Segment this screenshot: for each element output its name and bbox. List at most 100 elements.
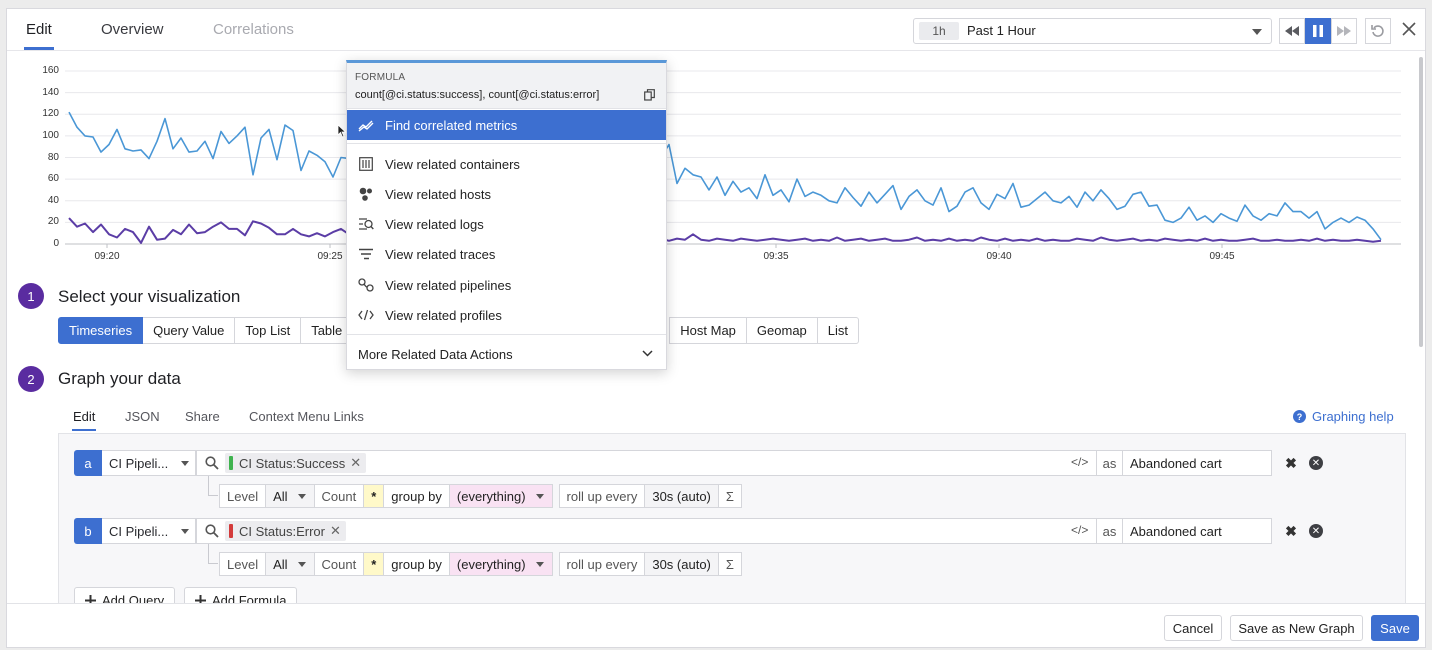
time-range-picker[interactable]: 1h Past 1 Hour [913, 18, 1272, 44]
forward-icon [1337, 26, 1351, 36]
help-icon: ? [1293, 410, 1306, 423]
measure-wildcard[interactable]: * [364, 552, 385, 576]
code-icon[interactable]: </> [1071, 455, 1088, 469]
alias-label: as [1097, 519, 1123, 543]
chart-plot-area [65, 70, 1401, 248]
sigma-function-button[interactable]: Σ [718, 484, 742, 508]
mouse-cursor-icon [337, 124, 347, 138]
series-line-1[interactable] [68, 111, 1382, 241]
query-search-input-b[interactable]: CI Status:Error ✕ ✕ [196, 518, 1126, 544]
menu-item-label: View related logs [385, 216, 484, 232]
viz-option-timeseries[interactable]: Timeseries [58, 317, 144, 344]
tab-edit[interactable]: Edit [24, 21, 54, 50]
step-number-1: 1 [18, 283, 44, 309]
filter-chip[interactable]: CI Status:Success ✕ [225, 453, 367, 473]
viz-option-list[interactable]: List [817, 317, 860, 344]
reset-button[interactable] [1365, 18, 1391, 44]
status-color-swatch [229, 456, 233, 470]
sigma-function-button[interactable]: Σ [718, 552, 742, 576]
remove-filter-icon[interactable]: ✕ [350, 455, 361, 471]
chevron-down-icon [535, 562, 544, 567]
timeseries-chart[interactable]: 020406080100120140160 09:2009:2509:3009:… [29, 61, 1409, 271]
save-as-new-graph-button[interactable]: Save as New Graph [1230, 615, 1363, 641]
menu-item-view-related-hosts[interactable]: View related hosts [347, 179, 666, 209]
close-icon [1402, 22, 1416, 36]
level-label: Level [219, 484, 267, 508]
menu-item-find-correlated-metrics[interactable]: Find correlated metrics [347, 110, 666, 140]
subtab-json[interactable]: JSON [125, 409, 160, 424]
group-by-value: (everything) [456, 556, 526, 572]
pause-icon [1313, 25, 1323, 37]
query-source-label: CI Pipeli... [109, 523, 169, 539]
more-related-data-actions[interactable]: More Related Data Actions [347, 339, 666, 369]
forward-button[interactable] [1331, 18, 1357, 44]
formula-header: FORMULA count[@ci.status:success], count… [347, 63, 666, 109]
remove-filter-icon[interactable]: ✕ [330, 523, 341, 539]
measure-select[interactable]: Count [314, 552, 365, 576]
menu-divider [347, 143, 666, 144]
traces-icon [358, 246, 374, 262]
reset-icon [1371, 25, 1384, 37]
remove-alias-icon[interactable]: ✖ [1281, 521, 1301, 541]
editor-header: Edit Overview Correlations 1h Past 1 Hou… [7, 9, 1425, 51]
rollup-select[interactable]: 30s (auto) [645, 552, 719, 576]
query-row-b: b CI Pipeli... [74, 518, 196, 544]
chevron-down-icon [1252, 29, 1262, 35]
close-button[interactable] [1397, 17, 1421, 41]
delete-query-icon[interactable]: ✕ [1309, 524, 1323, 538]
alias-field-a[interactable]: as Abandoned cart [1096, 450, 1272, 476]
rollup-select[interactable]: 30s (auto) [645, 484, 719, 508]
group-by-select[interactable]: (everything) [449, 484, 553, 508]
measure-wildcard[interactable]: * [364, 484, 385, 508]
menu-item-view-related-containers[interactable]: View related containers [347, 149, 666, 179]
measure-select[interactable]: Count [314, 484, 365, 508]
menu-item-label: View related containers [385, 156, 520, 172]
query-search-input-a[interactable]: CI Status:Success ✕ ✕ [196, 450, 1126, 476]
query-source-label: CI Pipeli... [109, 455, 169, 471]
filter-chip[interactable]: CI Status:Error ✕ [225, 521, 346, 541]
subtab-context-menu-links[interactable]: Context Menu Links [249, 409, 364, 424]
editor-footer: Cancel Save as New Graph Save [7, 603, 1425, 647]
save-button[interactable]: Save [1371, 615, 1419, 641]
menu-item-label: View related traces [385, 246, 496, 262]
menu-item-view-related-profiles[interactable]: View related profiles [347, 300, 666, 330]
svg-text:?: ? [1297, 412, 1303, 422]
tab-overview[interactable]: Overview [101, 21, 164, 38]
viz-option-host-map[interactable]: Host Map [669, 317, 747, 344]
subtab-edit[interactable]: Edit [71, 409, 97, 431]
alias-field-b[interactable]: as Abandoned cart [1096, 518, 1272, 544]
menu-divider [347, 334, 666, 335]
formula-text: count[@ci.status:success], count[@ci.sta… [355, 89, 600, 101]
containers-icon [358, 156, 374, 172]
x-tick-label: 09:20 [94, 251, 120, 262]
query-letter-a[interactable]: a [74, 450, 102, 476]
query-source-select[interactable]: CI Pipeli... [102, 450, 196, 476]
subtab-share[interactable]: Share [185, 409, 220, 424]
query-letter-b[interactable]: b [74, 518, 102, 544]
copy-icon[interactable] [644, 89, 655, 104]
viz-option-query-value[interactable]: Query Value [143, 317, 236, 344]
query-source-select[interactable]: CI Pipeli... [102, 518, 196, 544]
graphing-help-link[interactable]: ? Graphing help [1293, 409, 1394, 424]
viz-option-top-list[interactable]: Top List [235, 317, 302, 344]
level-select[interactable]: All [266, 484, 315, 508]
tab-correlations[interactable]: Correlations [213, 21, 294, 38]
scrollbar[interactable] [1419, 57, 1423, 347]
menu-item-view-related-traces[interactable]: View related traces [347, 239, 666, 269]
group-by-select[interactable]: (everything) [449, 552, 553, 576]
delete-query-icon[interactable]: ✕ [1309, 456, 1323, 470]
menu-item-view-related-logs[interactable]: View related logs [347, 209, 666, 239]
series-line-2[interactable] [68, 217, 1382, 244]
pause-button[interactable] [1305, 18, 1331, 44]
cancel-button[interactable]: Cancel [1164, 615, 1222, 641]
chevron-down-icon [181, 529, 189, 534]
level-select[interactable]: All [266, 552, 315, 576]
viz-option-geomap[interactable]: Geomap [746, 317, 818, 344]
correlated-metrics-icon [358, 117, 374, 133]
alias-value: Abandoned cart [1130, 523, 1222, 539]
connector-line [208, 476, 218, 496]
rewind-button[interactable] [1279, 18, 1305, 44]
code-icon[interactable]: </> [1071, 523, 1088, 537]
menu-item-view-related-pipelines[interactable]: View related pipelines [347, 270, 666, 300]
remove-alias-icon[interactable]: ✖ [1281, 453, 1301, 473]
